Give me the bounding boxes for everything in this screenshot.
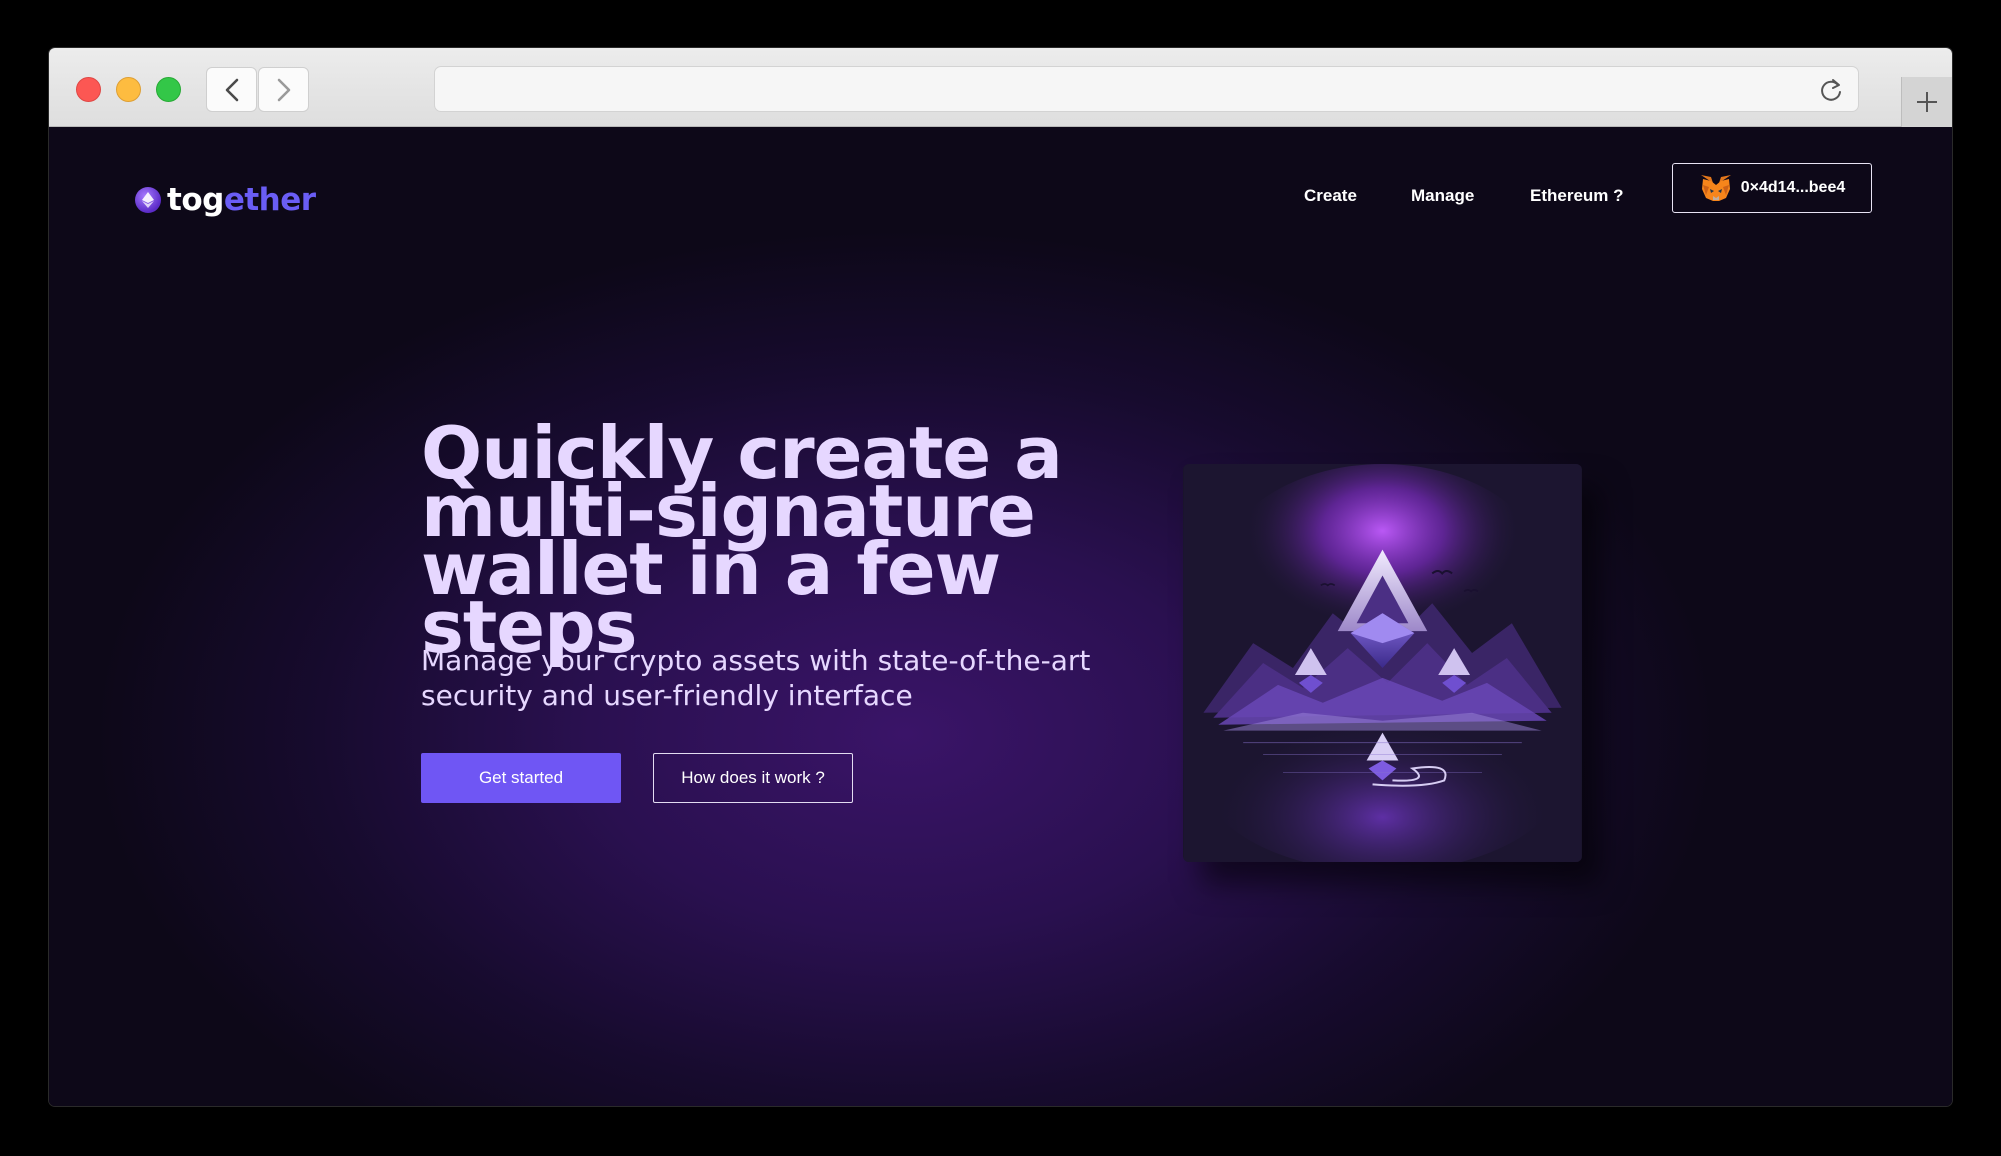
illustration-graphic (1183, 464, 1582, 862)
nav-ethereum-link[interactable]: Ethereum ? (1530, 186, 1624, 206)
nav-manage-link[interactable]: Manage (1411, 186, 1474, 206)
metamask-fox-icon (1700, 175, 1731, 201)
forward-button[interactable] (258, 67, 309, 112)
landing-page: together Create Manage Ethereum ? 0×4d14… (49, 127, 1952, 1106)
logo-text-part2: ether (223, 182, 316, 218)
logo[interactable]: together (135, 182, 316, 218)
wallet-button[interactable]: 0×4d14...bee4 (1672, 163, 1872, 213)
hero-title-line-3: wallet in a few steps (421, 527, 1001, 669)
reload-icon[interactable] (1818, 77, 1844, 103)
hero-subtitle: Manage your crypto assets with state-of-… (421, 643, 1141, 713)
maximize-window-button[interactable] (156, 77, 181, 102)
back-button[interactable] (206, 67, 257, 112)
browser-toolbar (49, 48, 1952, 127)
address-bar[interactable] (434, 66, 1859, 112)
get-started-button[interactable]: Get started (421, 753, 621, 803)
hero-subtitle-line-1: Manage your crypto assets with state-of-… (421, 644, 1091, 677)
chevron-left-icon (225, 78, 238, 101)
browser-window: together Create Manage Ethereum ? 0×4d14… (49, 48, 1952, 1106)
how-it-works-button[interactable]: How does it work ? (653, 753, 853, 803)
plus-icon (1917, 92, 1937, 112)
ethereum-logo-icon (135, 187, 161, 213)
close-window-button[interactable] (76, 77, 101, 102)
minimize-window-button[interactable] (116, 77, 141, 102)
nav-create-link[interactable]: Create (1304, 186, 1357, 206)
wallet-address: 0×4d14...bee4 (1740, 179, 1846, 196)
logo-text: together (167, 182, 316, 218)
ethereum-mountain-illustration (1183, 464, 1582, 862)
hero-subtitle-line-2: security and user-friendly interface (421, 679, 913, 712)
new-tab-button[interactable] (1901, 77, 1952, 127)
chevron-right-icon (277, 78, 290, 101)
hero-title: Quickly create a multi-signature wallet … (421, 417, 1181, 669)
logo-text-part1: tog (167, 182, 224, 218)
